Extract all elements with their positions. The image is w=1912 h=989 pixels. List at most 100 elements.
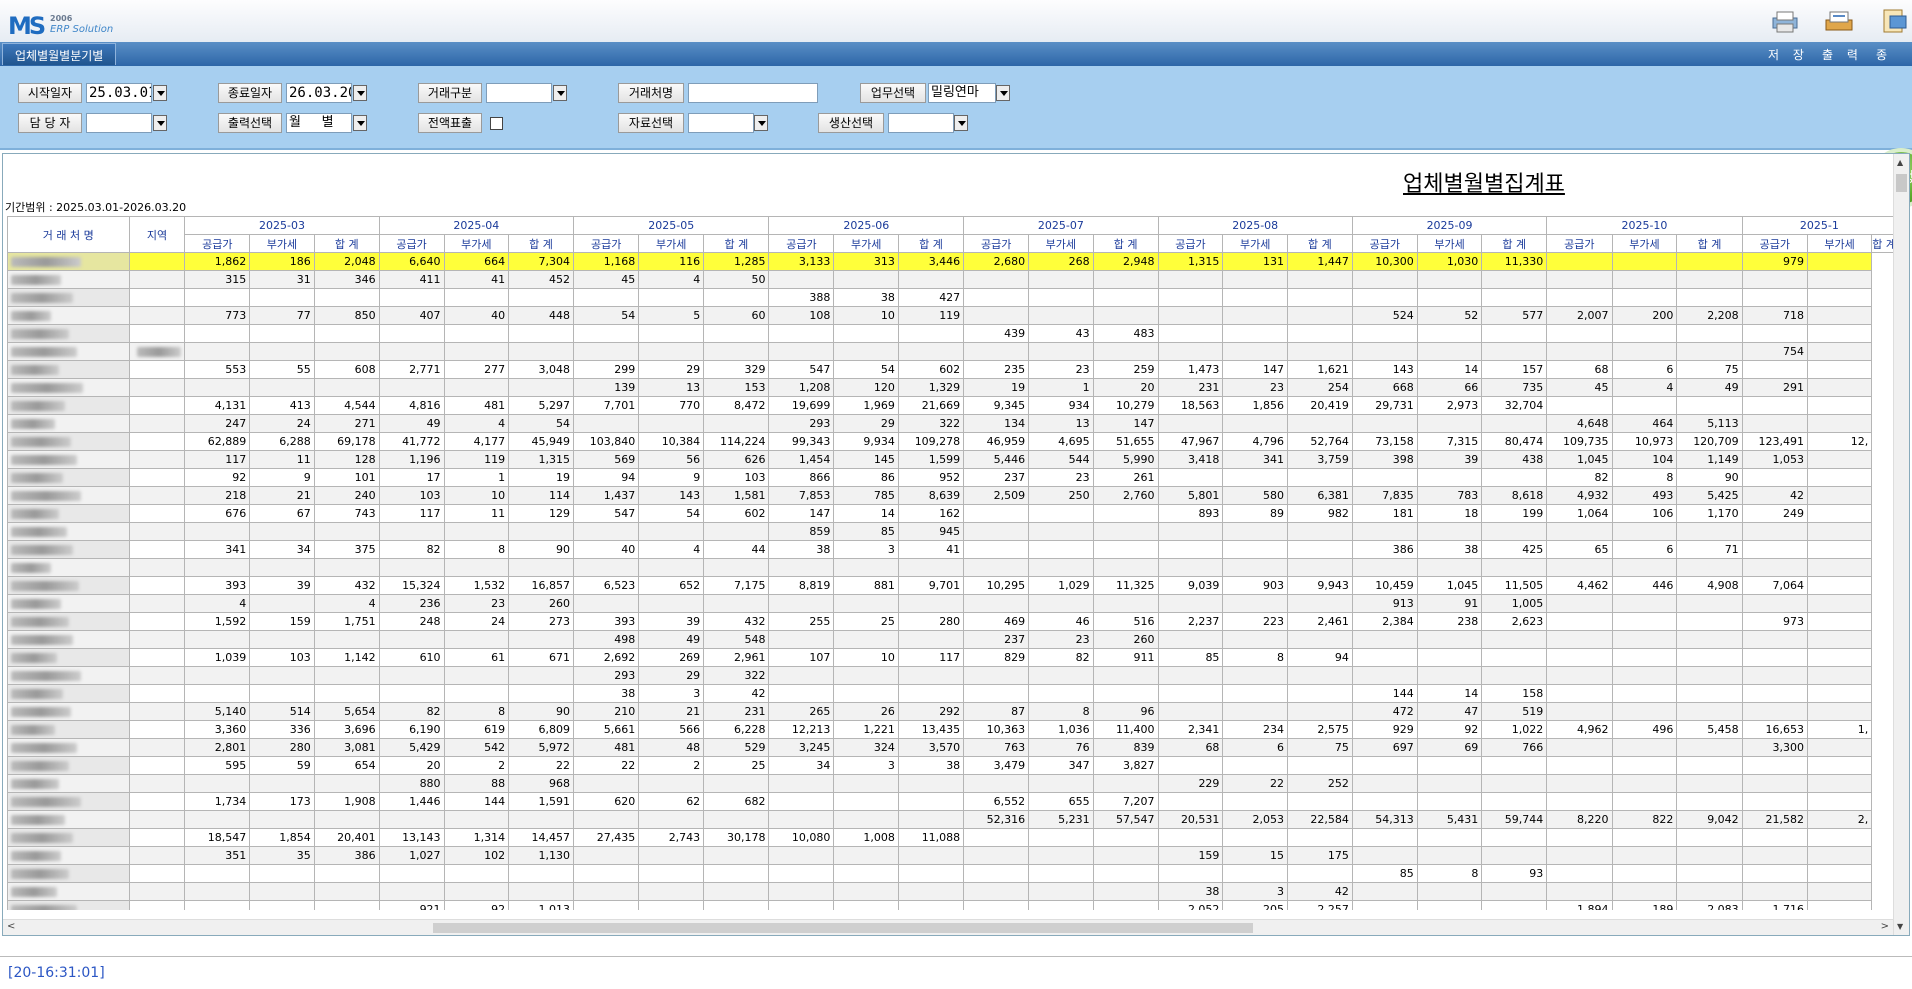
value-cell[interactable]	[1286, 684, 1353, 703]
region-cell[interactable]	[128, 738, 186, 757]
value-cell[interactable]	[963, 342, 1030, 361]
column-header-sub[interactable]: 합 계	[1092, 234, 1159, 253]
value-cell[interactable]	[1741, 630, 1808, 649]
value-cell[interactable]	[1676, 558, 1743, 577]
value-cell[interactable]	[1806, 648, 1873, 667]
value-cell[interactable]: 1,053	[1741, 450, 1808, 469]
column-header-sub[interactable]: 합 계	[1676, 234, 1743, 253]
value-cell[interactable]	[1351, 792, 1418, 811]
value-cell[interactable]	[1741, 522, 1808, 541]
client-name-cell[interactable]	[7, 684, 130, 703]
value-cell[interactable]	[1416, 774, 1483, 793]
value-cell[interactable]	[768, 270, 835, 289]
value-cell[interactable]: 973	[1741, 612, 1808, 631]
value-cell[interactable]	[897, 594, 965, 613]
value-cell[interactable]: 5,972	[508, 738, 574, 757]
value-cell[interactable]	[833, 558, 899, 577]
value-cell[interactable]	[572, 882, 640, 901]
value-cell[interactable]	[1676, 846, 1743, 865]
value-cell[interactable]: 47,967	[1157, 432, 1224, 451]
value-cell[interactable]	[1676, 270, 1743, 289]
value-cell[interactable]: 22	[508, 756, 574, 775]
value-cell[interactable]	[768, 666, 835, 685]
value-cell[interactable]	[1416, 288, 1483, 307]
value-cell[interactable]: 1,446	[378, 792, 445, 811]
value-cell[interactable]	[1092, 900, 1159, 910]
value-cell[interactable]: 8	[443, 540, 510, 559]
table-row[interactable]: 38 3 42 144 14 158	[7, 684, 1897, 703]
value-cell[interactable]: 8	[1416, 864, 1483, 883]
trade-type-select[interactable]	[486, 83, 552, 103]
value-cell[interactable]: 9,039	[1157, 576, 1224, 595]
value-cell[interactable]: 375	[313, 540, 380, 559]
value-cell[interactable]	[768, 882, 835, 901]
value-cell[interactable]	[1546, 630, 1613, 649]
value-cell[interactable]	[1741, 702, 1808, 721]
value-cell[interactable]: 11,330	[1481, 252, 1548, 271]
value-cell[interactable]: 3,696	[313, 720, 380, 739]
value-cell[interactable]	[1416, 324, 1483, 343]
value-cell[interactable]	[768, 810, 835, 829]
value-cell[interactable]: 119	[897, 306, 965, 325]
region-cell[interactable]	[128, 702, 186, 721]
table-row[interactable]: 553 55 608 2,771 277 3,048 299 29 329 547 54 602 235…	[7, 360, 1897, 379]
value-cell[interactable]	[184, 666, 251, 685]
table-row[interactable]: 62,889 6,288 69,178 41,772 4,177 45,949 103,84…	[7, 432, 1897, 451]
value-cell[interactable]: 4,648	[1546, 414, 1613, 433]
value-cell[interactable]	[184, 630, 251, 649]
value-cell[interactable]	[572, 900, 640, 910]
value-cell[interactable]: 47	[1416, 702, 1483, 721]
value-cell[interactable]: 14,457	[508, 828, 574, 847]
value-cell[interactable]: 438	[1481, 450, 1548, 469]
value-cell[interactable]: 425	[1481, 540, 1548, 559]
value-cell[interactable]	[1611, 756, 1678, 775]
value-cell[interactable]: 49	[1676, 378, 1743, 397]
table-row[interactable]: 498 49 548 237 23 260	[7, 630, 1897, 649]
value-cell[interactable]: 1,170	[1676, 504, 1743, 523]
value-cell[interactable]: 238	[1416, 612, 1483, 631]
value-cell[interactable]: 43	[1028, 324, 1094, 343]
value-cell[interactable]: 893	[1157, 504, 1224, 523]
value-cell[interactable]: 3,479	[963, 756, 1030, 775]
value-cell[interactable]	[703, 864, 770, 883]
table-row[interactable]: 439 43 483	[7, 324, 1897, 343]
value-cell[interactable]	[703, 900, 770, 910]
table-row[interactable]: 315 31 346 411 41 452 45 4 50	[7, 270, 1897, 289]
value-cell[interactable]	[897, 270, 965, 289]
value-cell[interactable]	[1157, 702, 1224, 721]
value-cell[interactable]	[1611, 270, 1678, 289]
manager-select[interactable]	[86, 113, 152, 133]
value-cell[interactable]: 3	[833, 540, 899, 559]
value-cell[interactable]	[703, 324, 770, 343]
value-cell[interactable]: 580	[1222, 486, 1288, 505]
value-cell[interactable]: 13,143	[378, 828, 445, 847]
value-cell[interactable]	[1546, 828, 1613, 847]
value-cell[interactable]	[313, 774, 380, 793]
column-header-sub[interactable]: 합 계	[703, 234, 770, 253]
value-cell[interactable]: 1,599	[897, 450, 965, 469]
value-cell[interactable]: 547	[768, 360, 835, 379]
value-cell[interactable]: 13	[1028, 414, 1094, 433]
value-cell[interactable]: 1,064	[1546, 504, 1613, 523]
region-cell[interactable]	[128, 576, 186, 595]
value-cell[interactable]	[1286, 792, 1353, 811]
value-cell[interactable]: 236	[378, 594, 445, 613]
value-cell[interactable]	[1676, 342, 1743, 361]
column-header-month[interactable]: 2025-08	[1157, 216, 1353, 235]
value-cell[interactable]: 2,048	[313, 252, 380, 271]
value-cell[interactable]: 94	[1286, 648, 1353, 667]
client-name-cell[interactable]	[7, 522, 130, 541]
value-cell[interactable]: 147	[1092, 414, 1159, 433]
value-cell[interactable]	[1286, 522, 1353, 541]
value-cell[interactable]: 514	[249, 702, 315, 721]
value-cell[interactable]	[1676, 828, 1743, 847]
value-cell[interactable]: 8,819	[768, 576, 835, 595]
client-name-cell[interactable]	[7, 324, 130, 343]
value-cell[interactable]	[378, 684, 445, 703]
column-header-month[interactable]: 2025-10	[1546, 216, 1743, 235]
value-cell[interactable]	[1351, 648, 1418, 667]
value-cell[interactable]: 57,547	[1092, 810, 1159, 829]
value-cell[interactable]	[1028, 558, 1094, 577]
value-cell[interactable]: 8	[1611, 468, 1678, 487]
value-cell[interactable]: 664	[443, 252, 510, 271]
